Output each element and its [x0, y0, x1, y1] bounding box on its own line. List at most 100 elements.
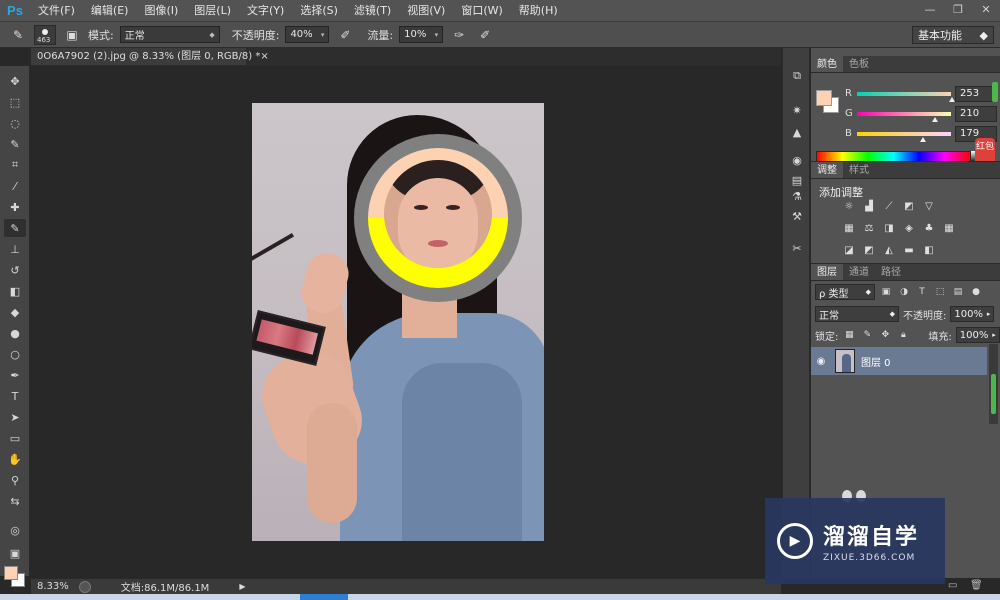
exposure-icon[interactable]: ◩	[901, 200, 917, 213]
color-panel-foreground-swatch[interactable]	[816, 90, 832, 106]
rectangle-tool-icon[interactable]: ▭	[4, 429, 26, 447]
tab-channels[interactable]: 通道	[843, 264, 875, 280]
history-brush-tool-icon[interactable]: ↺	[4, 261, 26, 279]
lock-position-icon[interactable]: ✥	[878, 328, 892, 342]
blue-slider-thumb[interactable]	[920, 137, 926, 142]
brush-tool-preset-icon[interactable]: ✎	[8, 25, 28, 45]
clone-stamp-tool-icon[interactable]: ⊥	[4, 240, 26, 258]
healing-brush-tool-icon[interactable]: ✚	[4, 198, 26, 216]
fill-input[interactable]: 100% ▸	[955, 327, 1000, 343]
close-button[interactable]: ✕	[972, 0, 1000, 18]
hue-saturation-icon[interactable]: ▦	[841, 222, 857, 235]
tab-color[interactable]: 颜色	[811, 56, 843, 72]
vibrance-icon[interactable]: ▽	[921, 200, 937, 213]
brush-tool-icon[interactable]: ✎	[4, 219, 26, 237]
tool-presets-panel-icon[interactable]: ⚒	[788, 208, 806, 224]
color-lookup-icon[interactable]: ▦	[941, 222, 957, 235]
blur-tool-icon[interactable]: ●	[4, 324, 26, 342]
tab-paths[interactable]: 路径	[875, 264, 907, 280]
pressure-opacity-icon[interactable]: ✐	[335, 25, 355, 45]
channel-mixer-icon[interactable]: ♣	[921, 222, 937, 235]
menu-help[interactable]: 帮助(H)	[511, 0, 566, 22]
layers-scrollbar-thumb[interactable]	[991, 374, 996, 414]
tab-adjustments[interactable]: 调整	[811, 162, 843, 178]
pressure-size-icon[interactable]: ✐	[475, 25, 495, 45]
green-channel-input[interactable]: 210	[955, 106, 997, 122]
crop-tool-icon[interactable]: ⌗	[4, 156, 26, 174]
filter-toggle-icon[interactable]: ●	[969, 285, 983, 299]
color-panel-scroll-thumb[interactable]	[992, 82, 998, 102]
screen-mode-icon[interactable]: ▣	[4, 544, 26, 562]
menu-layer[interactable]: 图层(L)	[186, 0, 239, 22]
hand-tool-icon[interactable]: ✋	[4, 450, 26, 468]
red-channel-input[interactable]: 253	[955, 86, 997, 102]
gradient-map-icon[interactable]: ▬	[901, 244, 917, 257]
menu-edit[interactable]: 编辑(E)	[83, 0, 137, 22]
status-info-icon[interactable]	[78, 580, 91, 593]
pen-tool-icon[interactable]: ✒	[4, 366, 26, 384]
levels-icon[interactable]: ▟	[861, 200, 877, 213]
character-panel-icon[interactable]: ✂	[788, 240, 806, 256]
dodge-tool-icon[interactable]: ○	[4, 345, 26, 363]
document-tab[interactable]: 0O6A7902 (2).jpg @ 8.33% (图层 0, RGB/8) *…	[31, 48, 269, 66]
blue-channel-slider[interactable]	[857, 132, 951, 136]
foreground-color-swatch[interactable]	[4, 566, 18, 580]
layer-thumbnail[interactable]	[835, 349, 855, 373]
green-slider-thumb[interactable]	[932, 117, 938, 122]
layers-scrollbar[interactable]	[989, 344, 998, 424]
history-panel-icon[interactable]: ⧉	[788, 68, 806, 84]
flow-input[interactable]: 10% ▾	[399, 26, 444, 43]
red-channel-slider[interactable]	[857, 92, 951, 96]
new-layer-icon[interactable]: ▭	[948, 580, 960, 592]
filter-pixel-icon[interactable]: ▣	[879, 285, 893, 299]
actions-panel-icon[interactable]: ◉	[788, 152, 806, 168]
mode-select[interactable]: 正常 ◆	[119, 26, 220, 43]
lock-transparent-icon[interactable]: ▦	[842, 328, 856, 342]
opacity-input[interactable]: 40% ▾	[285, 26, 330, 43]
brush-panel-toggle-icon[interactable]: ▣	[62, 25, 82, 45]
move-tool-icon[interactable]: ✥	[4, 72, 26, 90]
brightness-contrast-icon[interactable]: ☼	[841, 200, 857, 213]
tab-styles[interactable]: 样式	[843, 162, 875, 178]
quick-selection-tool-icon[interactable]: ✎	[4, 135, 26, 153]
close-tab-icon[interactable]: ×	[260, 48, 268, 65]
black-white-icon[interactable]: ◨	[881, 222, 897, 235]
info-panel-icon[interactable]: ▤	[788, 172, 806, 188]
menu-view[interactable]: 视图(V)	[399, 0, 453, 22]
blend-mode-select[interactable]: 正常 ◆	[815, 306, 899, 322]
eraser-tool-icon[interactable]: ◧	[4, 282, 26, 300]
zoom-level[interactable]: 8.33%	[37, 581, 69, 592]
menu-type[interactable]: 文字(Y)	[239, 0, 292, 22]
filter-type-icon[interactable]: T	[915, 285, 929, 299]
swap-colors-icon[interactable]: ⇆	[4, 492, 26, 510]
status-menu-arrow[interactable]: ▶	[239, 582, 245, 591]
invert-icon[interactable]: ◪	[841, 244, 857, 257]
brush-size-picker[interactable]: 463	[34, 24, 56, 45]
filter-smart-object-icon[interactable]: ▤	[951, 285, 965, 299]
tab-swatches[interactable]: 色板	[843, 56, 875, 72]
zoom-tool-icon[interactable]: ⚲	[4, 471, 26, 489]
properties-panel-icon[interactable]: ✷	[788, 102, 806, 118]
quick-mask-icon[interactable]: ◎	[4, 521, 26, 539]
airbrush-icon[interactable]: ✑	[449, 25, 469, 45]
eyedropper-tool-icon[interactable]: ⁄	[4, 177, 26, 195]
photo-filter-icon[interactable]: ◈	[901, 222, 917, 235]
green-channel-slider[interactable]	[857, 112, 951, 116]
lasso-tool-icon[interactable]: ◌	[4, 114, 26, 132]
path-selection-tool-icon[interactable]: ➤	[4, 408, 26, 426]
tab-layers[interactable]: 图层	[811, 264, 843, 280]
layer-opacity-input[interactable]: 100% ▸	[950, 306, 995, 322]
layer-name[interactable]: 图层 0	[861, 354, 891, 369]
restore-button[interactable]: ❐	[944, 0, 972, 18]
selective-color-icon[interactable]: ◧	[921, 244, 937, 257]
layer-filter-select[interactable]: ρ 类型 ◆	[815, 284, 875, 300]
curves-icon[interactable]: ⟋	[881, 200, 897, 213]
menu-select[interactable]: 选择(S)	[292, 0, 346, 22]
lock-pixels-icon[interactable]: ✎	[860, 328, 874, 342]
menu-filter[interactable]: 滤镜(T)	[346, 0, 399, 22]
paint-bucket-tool-icon[interactable]: ◆	[4, 303, 26, 321]
marquee-tool-icon[interactable]: ⬚	[4, 93, 26, 111]
type-tool-icon[interactable]: T	[4, 387, 26, 405]
filter-adjustment-icon[interactable]: ◑	[897, 285, 911, 299]
lock-all-icon[interactable]: 🔒︎	[896, 328, 910, 342]
